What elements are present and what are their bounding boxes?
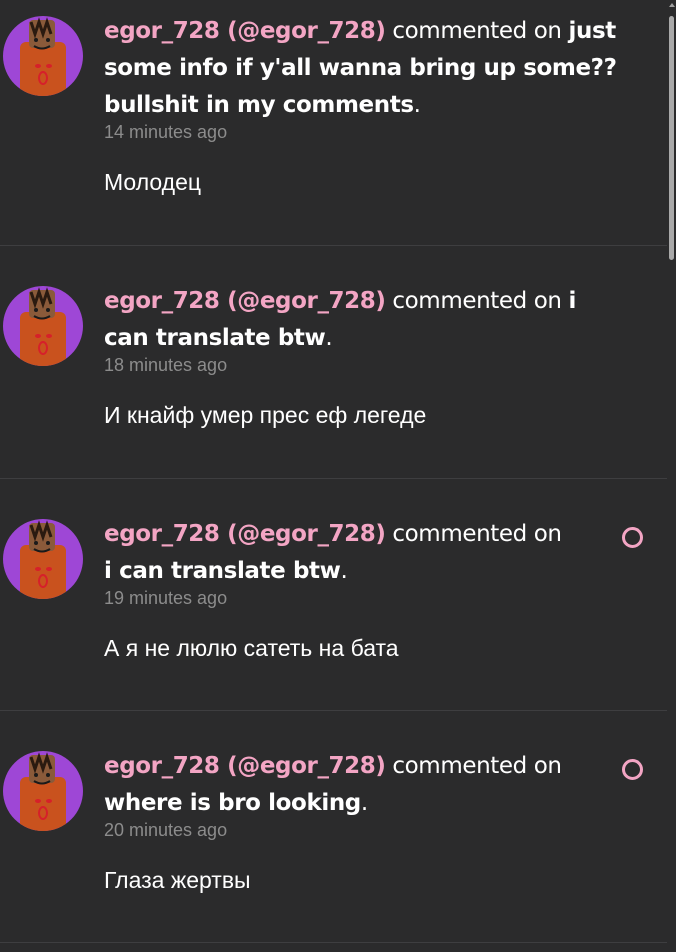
action-verb: commented on — [392, 18, 562, 44]
notification-content: egor_728 (@egor_728) commented on where … — [104, 748, 617, 894]
notification-headline: egor_728 (@egor_728) commented on where … — [104, 748, 617, 822]
avatar[interactable] — [3, 751, 83, 831]
timestamp: 14 minutes ago — [104, 122, 228, 142]
period: . — [413, 92, 421, 118]
comment-text: А я не люлю сатеть на бата — [104, 635, 399, 661]
avatar[interactable] — [3, 519, 83, 599]
timestamp: 20 minutes ago — [104, 820, 228, 840]
scrollbar-thumb[interactable] — [669, 16, 674, 260]
post-title-link[interactable]: i can translate btw — [104, 558, 341, 584]
author-link[interactable]: egor_728 (@egor_728) — [104, 18, 386, 44]
notification-item[interactable]: egor_728 (@egor_728) commented on where … — [0, 711, 667, 943]
notification-content: egor_728 (@egor_728) commented on just s… — [104, 13, 617, 196]
avatar[interactable] — [3, 16, 83, 96]
action-verb: commented on — [392, 753, 562, 779]
comment-text: И кнайф умер прес еф легеде — [104, 402, 427, 428]
notification-item[interactable]: egor_728 (@egor_728) commented on just s… — [0, 0, 667, 246]
post-title-link[interactable]: where is bro looking — [104, 790, 361, 816]
notification-content: egor_728 (@egor_728) commented on i can … — [104, 283, 617, 429]
notification-item[interactable]: egor_728 (@egor_728) commented on i can … — [0, 479, 667, 711]
notification-headline: egor_728 (@egor_728) commented on just s… — [104, 13, 617, 124]
scrollbar[interactable] — [667, 0, 676, 952]
comment-text: Молодец — [104, 169, 202, 195]
action-verb: commented on — [392, 521, 562, 547]
timestamp: 19 minutes ago — [104, 588, 228, 608]
unread-circle-icon[interactable] — [622, 759, 643, 780]
author-link[interactable]: egor_728 (@egor_728) — [104, 521, 386, 547]
author-link[interactable]: egor_728 (@egor_728) — [104, 288, 386, 314]
notification-feed: egor_728 (@egor_728) commented on just s… — [0, 0, 667, 952]
scroll-up-arrow-icon[interactable] — [669, 3, 675, 7]
timestamp: 18 minutes ago — [104, 355, 228, 375]
period: . — [325, 325, 333, 351]
avatar[interactable] — [3, 286, 83, 366]
unread-circle-icon[interactable] — [622, 527, 643, 548]
author-link[interactable]: egor_728 (@egor_728) — [104, 753, 386, 779]
notification-headline: egor_728 (@egor_728) commented on i can … — [104, 516, 617, 590]
notification-content: egor_728 (@egor_728) commented on i can … — [104, 516, 617, 662]
period: . — [360, 790, 368, 816]
comment-text: Глаза жертвы — [104, 867, 251, 893]
notification-headline: egor_728 (@egor_728) commented on i can … — [104, 283, 617, 357]
notification-item[interactable]: egor_728 (@egor_728) commented on i can … — [0, 246, 667, 479]
action-verb: commented on — [392, 288, 562, 314]
period: . — [340, 558, 348, 584]
